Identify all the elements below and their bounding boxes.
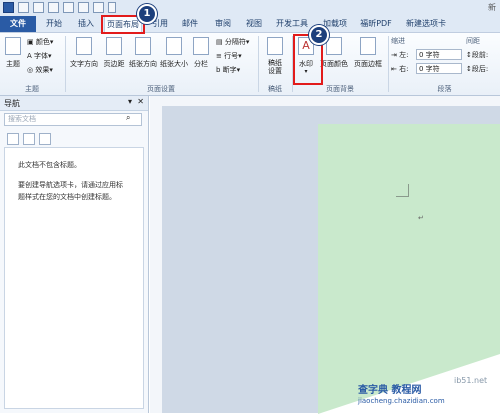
- tab-review[interactable]: 审阅: [209, 16, 237, 32]
- colors-button[interactable]: ▣ 颜色▾: [27, 37, 53, 47]
- fonts-button[interactable]: A 字体▾: [27, 51, 52, 61]
- indent-right-label: ⇤ 右:: [391, 65, 409, 73]
- text-direction-icon: [76, 37, 92, 55]
- group-label-page-background: 页面背景: [326, 85, 354, 93]
- margins-icon: [106, 37, 122, 55]
- size-label: 纸张大小: [160, 60, 188, 68]
- document-page[interactable]: ↵ 查字典 教程网 jiaocheng.chazidian.com ib51.n…: [318, 124, 500, 414]
- columns-button[interactable]: 分栏: [190, 37, 212, 77]
- size-button[interactable]: 纸张大小: [159, 37, 189, 77]
- nav-tab-results-icon[interactable]: [39, 133, 51, 145]
- nav-pane-header: 导航 ▾ ✕: [0, 96, 148, 111]
- tab-view[interactable]: 视图: [240, 16, 268, 32]
- nav-message-line2: 要创建导航选项卡，请通过应用标: [18, 181, 123, 189]
- ribbon-page-layout: 主题 ▣ 颜色▾ A 字体▾ ◎ 效果▾ 主题 文字方向 页边距 纸张方向 纸张…: [0, 32, 500, 96]
- close-icon[interactable]: ✕: [137, 97, 144, 106]
- page-borders-icon: [360, 37, 376, 55]
- spacing-before-field[interactable]: ↕段前:: [466, 50, 488, 60]
- tab-new-tab[interactable]: 新建选项卡: [400, 16, 452, 32]
- page-borders-button[interactable]: 页面边框: [351, 37, 385, 77]
- step-badge-1: 1: [137, 4, 157, 24]
- tab-home[interactable]: 开始: [40, 16, 68, 32]
- tab-insert[interactable]: 插入: [72, 16, 100, 32]
- group-label-themes: 主题: [25, 85, 39, 93]
- group-label-manuscript: 稿纸: [268, 85, 282, 93]
- themes-label: 主题: [6, 60, 20, 68]
- hyphenation-button[interactable]: b 断字▾: [216, 65, 240, 75]
- save-icon[interactable]: [18, 2, 29, 13]
- nav-message-line1: 此文档不包含标题。: [18, 161, 81, 169]
- colors-label: 颜色: [35, 38, 50, 46]
- window-title: 新: [488, 3, 496, 12]
- hyphenation-label: 断字: [222, 66, 237, 74]
- effects-button[interactable]: ◎ 效果▾: [27, 65, 53, 75]
- page-color-icon: [326, 37, 342, 55]
- spacing-heading: 间距: [466, 37, 480, 45]
- word-app-icon[interactable]: [3, 2, 14, 13]
- line-numbers-label: 行号: [224, 52, 239, 60]
- indent-heading: 缩进: [391, 37, 405, 45]
- indent-left-label: ⇥ 左:: [391, 51, 409, 59]
- themes-icon: [5, 37, 21, 55]
- orientation-label: 纸张方向: [129, 60, 157, 68]
- customize-toolbar-icon[interactable]: [108, 2, 116, 13]
- line-numbers-button[interactable]: ≡ 行号▾: [216, 51, 242, 61]
- spell-check-icon[interactable]: [78, 2, 89, 13]
- nav-search-input[interactable]: 搜索文档: [4, 113, 142, 126]
- spacing-after-label: 段后:: [471, 65, 489, 73]
- tab-developer[interactable]: 开发工具: [272, 16, 312, 32]
- indent-right-text: 右:: [399, 65, 409, 73]
- tab-file[interactable]: 文件: [0, 16, 36, 32]
- spacing-before-label: 段前:: [471, 51, 489, 59]
- breaks-label: 分隔符: [224, 38, 246, 46]
- document-workspace: ↵ 查字典 教程网 jiaocheng.chazidian.com ib51.n…: [162, 106, 500, 414]
- indent-left-field[interactable]: 0 字符: [416, 49, 462, 60]
- themes-button[interactable]: 主题: [3, 37, 23, 77]
- orientation-icon: [135, 37, 151, 55]
- indent-right-field[interactable]: 0 字符: [416, 63, 462, 74]
- undo-icon[interactable]: [33, 2, 44, 13]
- margins-label: 页边距: [103, 60, 125, 68]
- orientation-button[interactable]: 纸张方向: [128, 37, 158, 77]
- watermark-url-text: jiaocheng.chazidian.com: [358, 397, 445, 405]
- nav-tab-pages-icon[interactable]: [23, 133, 35, 145]
- group-label-paragraph: 段落: [437, 85, 452, 93]
- margin-corner-mark: [396, 184, 409, 197]
- nav-pane-title: 导航: [4, 99, 20, 108]
- page-borders-label: 页面边框: [354, 60, 382, 68]
- step-badge-2: 2: [309, 25, 329, 45]
- manuscript-icon: [267, 37, 283, 55]
- nav-message-line3: 题样式在您的文档中创建标题。: [18, 193, 116, 201]
- nav-pane-menu-icon[interactable]: ▾: [128, 97, 132, 106]
- ribbon-tab-bar: 文件 开始 插入 页面布局 引用 邮件 审阅 视图 开发工具 加载项 福昕PDF…: [0, 16, 500, 32]
- manuscript-settings-label: 稿纸 设置: [268, 59, 282, 75]
- columns-icon: [193, 37, 209, 55]
- text-direction-label: 文字方向: [70, 60, 98, 68]
- tab-foxit-pdf[interactable]: 福昕PDF: [356, 16, 396, 32]
- indent-left-text: 左:: [399, 51, 409, 59]
- columns-label: 分栏: [194, 60, 208, 68]
- print-preview-icon[interactable]: [93, 2, 104, 13]
- text-direction-button[interactable]: 文字方向: [68, 37, 100, 77]
- search-icon[interactable]: ⌕: [126, 113, 130, 123]
- fonts-label: 字体: [34, 52, 49, 60]
- tab-mailings[interactable]: 邮件: [176, 16, 204, 32]
- quick-access-toolbar: 新: [0, 0, 500, 17]
- paragraph-mark-icon: ↵: [418, 214, 424, 222]
- manuscript-settings-button[interactable]: 稿纸 设置: [262, 37, 288, 77]
- watermark-corner-text: ib51.net: [454, 376, 488, 385]
- navigation-pane: 导航 ▾ ✕ 搜索文档 ⌕ 此文档不包含标题。 要创建导航选项卡，请通过应用标 …: [0, 96, 149, 413]
- effects-label: 效果: [35, 66, 50, 74]
- nav-pane-body: 此文档不包含标题。 要创建导航选项卡，请通过应用标 题样式在您的文档中创建标题。: [4, 147, 144, 409]
- spacing-after-field[interactable]: ↕段后:: [466, 64, 488, 74]
- group-label-page-setup: 页面设置: [147, 85, 175, 93]
- nav-tab-headings-icon[interactable]: [7, 133, 19, 145]
- margins-button[interactable]: 页边距: [101, 37, 127, 77]
- size-icon: [166, 37, 182, 55]
- watermark-site-text: 查字典 教程网: [358, 385, 422, 396]
- redo-icon[interactable]: [48, 2, 59, 13]
- breaks-button[interactable]: ▤ 分隔符▾: [216, 37, 249, 47]
- format-painter-icon[interactable]: [63, 2, 74, 13]
